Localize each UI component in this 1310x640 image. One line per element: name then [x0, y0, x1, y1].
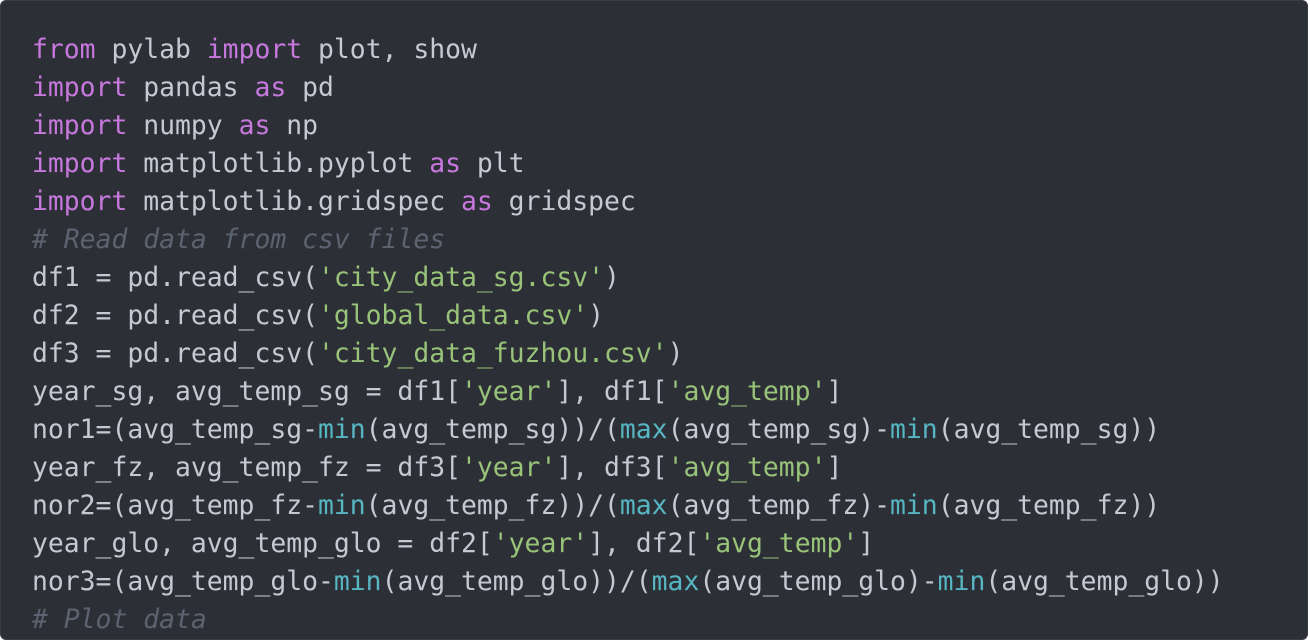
code-text-token: ): [667, 338, 684, 369]
string-literal-token: 'avg_temp': [699, 528, 859, 559]
code-text-token: (avg_temp_glo)-: [699, 566, 938, 597]
keyword-token: import: [32, 110, 128, 141]
code-text-token: gridspec: [492, 186, 636, 217]
string-literal-token: 'avg_temp': [667, 452, 827, 483]
code-line: df2 = pd.read_csv('global_data.csv'): [32, 297, 1224, 335]
string-literal-token: 'year': [461, 452, 557, 483]
keyword-token: import: [32, 148, 128, 179]
keyword-token: as: [461, 186, 493, 217]
code-text-token: matplotlib.pyplot: [127, 148, 430, 179]
code-line: nor2=(avg_temp_fz-min(avg_temp_fz))/(max…: [32, 487, 1224, 525]
code-text-token: df1 = pd.read_csv(: [32, 262, 318, 293]
keyword-token: import: [32, 186, 128, 217]
code-text-token: plt: [461, 148, 525, 179]
builtin-function-token: min: [318, 414, 366, 445]
code-text-token: (avg_temp_sg))/(: [365, 414, 620, 445]
keyword-token: as: [238, 110, 271, 141]
builtin-function-token: min: [318, 490, 366, 521]
string-literal-token: 'city_data_sg.csv': [318, 262, 604, 293]
keyword-token: as: [429, 148, 462, 179]
code-text-token: year_sg, avg_temp_sg = df1[: [32, 376, 461, 407]
code-text-token: (avg_temp_sg)-: [667, 414, 891, 445]
code-block[interactable]: from pylab import plot, show import panda…: [32, 31, 1224, 639]
code-line: year_sg, avg_temp_sg = df1['year'], df1[…: [32, 373, 1224, 411]
code-text-token: (avg_temp_fz)-: [667, 490, 891, 521]
keyword-token: as: [254, 72, 287, 103]
code-text-token: (avg_temp_fz)): [937, 490, 1161, 521]
builtin-function-token: min: [890, 414, 938, 445]
code-text-token: ): [604, 262, 620, 293]
code-text-token: plot, show: [302, 34, 477, 65]
code-text-token: nor3=(avg_temp_glo-: [32, 566, 334, 597]
code-line: df1 = pd.read_csv('city_data_sg.csv'): [32, 259, 1224, 297]
code-text-token: year_glo, avg_temp_glo = df2[: [32, 528, 493, 559]
code-text-token: pandas: [127, 72, 255, 103]
string-literal-token: 'year': [492, 528, 589, 559]
keyword-token: from: [32, 34, 96, 65]
code-text-token: pd: [286, 72, 334, 103]
code-line: # Plot data: [32, 601, 1224, 639]
keyword-token: import: [32, 72, 128, 103]
string-literal-token: 'avg_temp': [667, 376, 827, 407]
code-text-token: pylab: [95, 34, 207, 65]
string-literal-token: 'city_data_fuzhou.csv': [318, 338, 668, 369]
code-text-token: ], df3[: [556, 452, 668, 483]
code-text-token: (avg_temp_glo)): [985, 566, 1224, 597]
code-text-token: df2 = pd.read_csv(: [32, 300, 318, 331]
code-text-token: nor1=(avg_temp_sg-: [32, 414, 318, 445]
code-line: year_glo, avg_temp_glo = df2['year'], df…: [32, 525, 1224, 563]
code-line: year_fz, avg_temp_fz = df3['year'], df3[…: [32, 449, 1224, 487]
code-line: df3 = pd.read_csv('city_data_fuzhou.csv'…: [32, 335, 1224, 373]
code-text-token: (avg_temp_glo))/(: [381, 566, 652, 597]
code-line: import numpy as np: [32, 107, 1224, 145]
string-literal-token: 'year': [461, 376, 557, 407]
code-line: import matplotlib.gridspec as gridspec: [32, 183, 1224, 221]
code-line: from pylab import plot, show: [32, 31, 1224, 69]
code-text-token: (avg_temp_sg)): [937, 414, 1161, 445]
code-text-token: ): [588, 300, 604, 331]
code-line: nor1=(avg_temp_sg-min(avg_temp_sg))/(max…: [32, 411, 1224, 449]
builtin-function-token: max: [619, 490, 668, 521]
keyword-token: import: [206, 34, 303, 65]
code-text-token: ]: [826, 376, 843, 407]
code-text-token: ]: [826, 452, 843, 483]
code-text-token: nor2=(avg_temp_fz-: [32, 490, 318, 521]
code-line: import pandas as pd: [32, 69, 1224, 107]
comment-token: # Read data from csv files: [32, 224, 446, 255]
builtin-function-token: min: [937, 566, 986, 597]
code-text-token: ]: [858, 528, 875, 559]
builtin-function-token: max: [651, 566, 700, 597]
code-text-token: numpy: [127, 110, 239, 141]
comment-token: # Plot data: [32, 604, 207, 635]
code-text-token: ], df1[: [556, 376, 668, 407]
code-line: # Read data from csv files: [32, 221, 1224, 259]
code-editor[interactable]: from pylab import plot, show import panda…: [0, 0, 1308, 640]
code-text-token: matplotlib.gridspec: [127, 186, 462, 217]
code-text-token: np: [270, 110, 319, 141]
code-text-token: df3 = pd.read_csv(: [32, 338, 318, 369]
code-line: nor3=(avg_temp_glo-min(avg_temp_glo))/(m…: [32, 563, 1224, 601]
code-line: import matplotlib.pyplot as plt: [32, 145, 1224, 183]
string-literal-token: 'global_data.csv': [318, 300, 589, 331]
code-text-token: ], df2[: [588, 528, 700, 559]
builtin-function-token: max: [619, 414, 668, 445]
code-text-token: year_fz, avg_temp_fz = df3[: [32, 452, 461, 483]
builtin-function-token: min: [890, 490, 938, 521]
code-text-token: (avg_temp_fz))/(: [365, 490, 620, 521]
builtin-function-token: min: [333, 566, 382, 597]
